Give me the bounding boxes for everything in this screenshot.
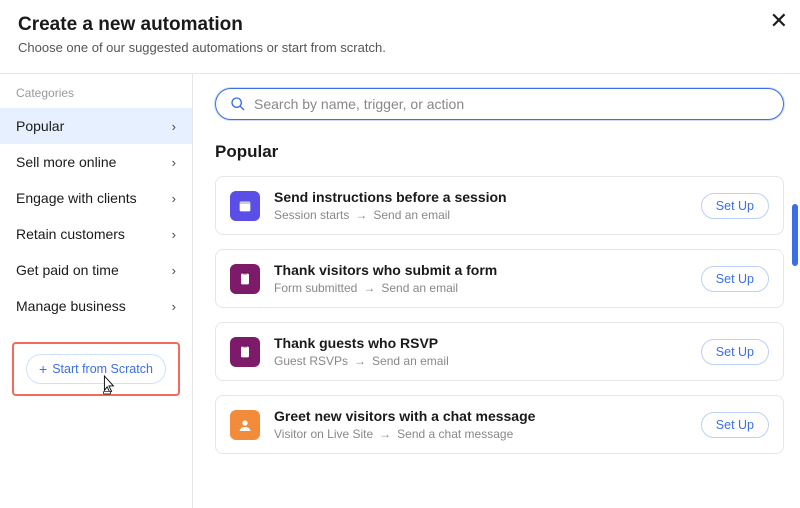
- card-action: Send an email: [381, 281, 458, 295]
- automation-card: Thank guests who RSVP Guest RSVPs → Send…: [215, 322, 784, 381]
- search-icon: [230, 96, 246, 112]
- sidebar-item-manage[interactable]: Manage business ›: [0, 288, 192, 324]
- setup-button[interactable]: Set Up: [701, 193, 769, 219]
- chevron-right-icon: ›: [172, 263, 176, 278]
- card-title: Greet new visitors with a chat message: [274, 408, 687, 424]
- chevron-right-icon: ›: [172, 155, 176, 170]
- card-action: Send an email: [372, 354, 449, 368]
- card-action: Send an email: [373, 208, 450, 222]
- sidebar-item-label: Engage with clients: [16, 190, 137, 206]
- close-icon[interactable]: ✕: [770, 10, 788, 32]
- arrow-right-icon: →: [354, 354, 366, 368]
- setup-button[interactable]: Set Up: [701, 266, 769, 292]
- sidebar-item-label: Get paid on time: [16, 262, 119, 278]
- sidebar-item-label: Sell more online: [16, 154, 116, 170]
- person-icon: [230, 410, 260, 440]
- card-action: Send a chat message: [397, 427, 513, 441]
- card-trigger: Visitor on Live Site: [274, 427, 373, 441]
- card-title: Send instructions before a session: [274, 189, 687, 205]
- sidebar-item-paid[interactable]: Get paid on time ›: [0, 252, 192, 288]
- chevron-right-icon: ›: [172, 119, 176, 134]
- sidebar-item-engage[interactable]: Engage with clients ›: [0, 180, 192, 216]
- sidebar-item-sell-online[interactable]: Sell more online ›: [0, 144, 192, 180]
- automation-card: Thank visitors who submit a form Form su…: [215, 249, 784, 308]
- card-trigger: Session starts: [274, 208, 349, 222]
- card-trigger: Form submitted: [274, 281, 357, 295]
- card-title: Thank guests who RSVP: [274, 335, 687, 351]
- scratch-label: Start from Scratch: [52, 362, 153, 376]
- page-title: Create a new automation: [18, 14, 782, 36]
- card-title: Thank visitors who submit a form: [274, 262, 687, 278]
- page-subtitle: Choose one of our suggested automations …: [18, 40, 782, 55]
- scrollbar-thumb[interactable]: [792, 204, 798, 266]
- sidebar-item-label: Popular: [16, 118, 64, 134]
- arrow-right-icon: →: [379, 427, 391, 441]
- search-field[interactable]: [215, 88, 784, 120]
- sidebar-item-retain[interactable]: Retain customers ›: [0, 216, 192, 252]
- chevron-right-icon: ›: [172, 227, 176, 242]
- setup-button[interactable]: Set Up: [701, 412, 769, 438]
- section-title: Popular: [215, 142, 784, 162]
- setup-button[interactable]: Set Up: [701, 339, 769, 365]
- clipboard-icon: [230, 337, 260, 367]
- card-trigger: Guest RSVPs: [274, 354, 348, 368]
- main-content: Popular Send instructions before a sessi…: [193, 74, 800, 508]
- start-from-scratch-highlight: + Start from Scratch: [12, 342, 180, 396]
- arrow-right-icon: →: [363, 281, 375, 295]
- plus-icon: +: [39, 361, 47, 377]
- sidebar: Categories Popular › Sell more online › …: [0, 74, 193, 508]
- calendar-icon: [230, 191, 260, 221]
- chevron-right-icon: ›: [172, 299, 176, 314]
- clipboard-icon: [230, 264, 260, 294]
- start-from-scratch-button[interactable]: + Start from Scratch: [26, 354, 166, 384]
- search-input[interactable]: [254, 96, 769, 112]
- sidebar-item-label: Retain customers: [16, 226, 125, 242]
- automation-card: Greet new visitors with a chat message V…: [215, 395, 784, 454]
- sidebar-item-popular[interactable]: Popular ›: [0, 108, 192, 144]
- sidebar-item-label: Manage business: [16, 298, 126, 314]
- automation-card: Send instructions before a session Sessi…: [215, 176, 784, 235]
- sidebar-heading: Categories: [0, 74, 192, 108]
- chevron-right-icon: ›: [172, 191, 176, 206]
- arrow-right-icon: →: [355, 208, 367, 222]
